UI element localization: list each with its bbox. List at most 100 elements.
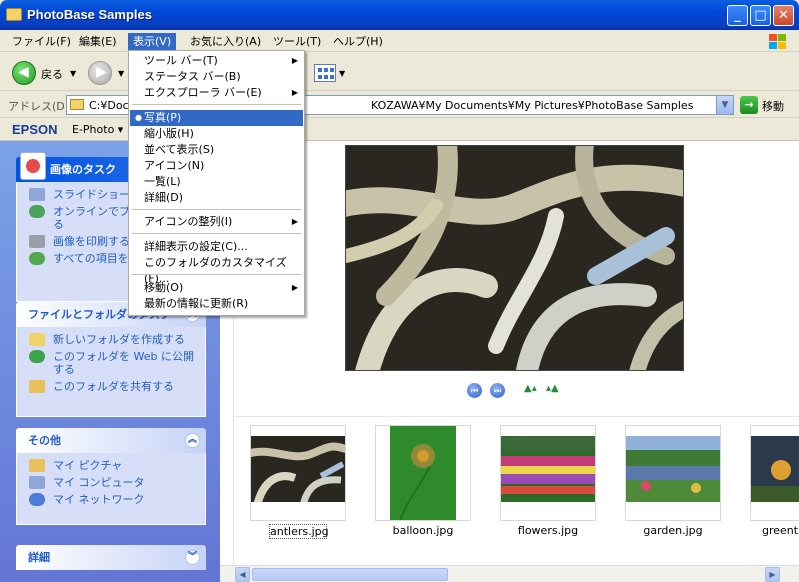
my-network-label: マイ ネットワーク <box>53 493 145 506</box>
thumbnail-label-balloon[interactable]: balloon.jpg <box>375 524 471 537</box>
my-pictures-label: マイ ピクチャ <box>53 459 123 472</box>
back-label[interactable]: 戻る <box>41 66 63 82</box>
menu-item-explorer-bar[interactable]: エクスプローラ バー(E) ▶ <box>130 85 303 101</box>
menu-file[interactable]: ファイル(F) <box>7 33 76 50</box>
expand-icon[interactable]: ︾ <box>185 550 200 565</box>
thumbnail-image <box>751 436 799 502</box>
menu-item-label: 縮小版(H) <box>144 127 194 140</box>
slideshow-icon <box>29 188 45 201</box>
collapse-icon[interactable]: ︽ <box>185 433 200 448</box>
file-tasks-panel: ファイルとフォルダのタスク ︽ 新しいフォルダを作成する このフォルダを Web… <box>16 302 206 417</box>
menu-item-refresh[interactable]: 最新の情報に更新(R) <box>130 296 303 312</box>
views-dropdown-icon[interactable]: ▼ <box>339 69 345 78</box>
menu-item-tiles[interactable]: 並べて表示(S) <box>130 142 303 158</box>
my-pictures-icon <box>29 459 45 472</box>
scroll-left-icon[interactable]: ◀ <box>235 567 250 582</box>
previous-image-button[interactable]: ⏮ <box>467 383 482 398</box>
my-computer-link[interactable]: マイ コンピュータ <box>27 476 199 489</box>
thumbnail-flowers[interactable] <box>500 425 596 521</box>
details-header[interactable]: 詳細 ︾ <box>16 545 206 570</box>
thumbnail-greent[interactable] <box>750 425 799 521</box>
menu-item-label: 最新の情報に更新(R) <box>144 297 249 310</box>
go-arrow-icon[interactable]: → <box>740 96 758 114</box>
thumbnail-balloon[interactable] <box>375 425 471 521</box>
menu-item-icons[interactable]: アイコン(N) <box>130 158 303 174</box>
forward-dropdown-icon[interactable]: ▼ <box>118 69 124 78</box>
thumbnail-garden[interactable] <box>625 425 721 521</box>
new-folder-link[interactable]: 新しいフォルダを作成する <box>27 333 199 346</box>
thumbnail-image <box>501 436 595 502</box>
horizontal-scrollbar[interactable]: ◀ ▶ <box>220 565 799 582</box>
menu-item-label: 一覧(L) <box>144 175 181 188</box>
thumbnail-label-greent[interactable]: greent <box>750 524 799 537</box>
my-network-link[interactable]: マイ ネットワーク <box>27 493 199 506</box>
maximize-button[interactable]: □ <box>750 5 771 26</box>
menu-item-label: 詳細表示の設定(C)... <box>144 240 248 253</box>
thumbnail-label-garden[interactable]: garden.jpg <box>625 524 721 537</box>
menu-item-thumbnails[interactable]: 縮小版(H) <box>130 126 303 142</box>
menu-favorites[interactable]: お気に入り(A) <box>185 33 266 50</box>
back-dropdown-icon[interactable]: ▼ <box>70 69 76 78</box>
menu-item-label: アイコンの整列(I) <box>144 215 233 228</box>
minimize-button[interactable]: _ <box>727 5 748 26</box>
my-computer-label: マイ コンピュータ <box>53 476 145 489</box>
menu-tools[interactable]: ツール(T) <box>268 33 326 50</box>
back-button[interactable]: ◀ <box>12 61 36 85</box>
scroll-right-icon[interactable]: ▶ <box>765 567 780 582</box>
menu-item-arrange-icons[interactable]: アイコンの整列(I) ▶ <box>130 214 303 230</box>
view-menu-dropdown: ツール バー(T) ▶ ステータス バー(B) エクスプローラ バー(E) ▶ ● 写… <box>128 50 305 316</box>
new-folder-label: 新しいフォルダを作成する <box>53 333 185 346</box>
back-arrow-icon: ◀ <box>18 64 29 80</box>
menu-item-label: アイコン(N) <box>144 159 205 172</box>
menu-item-label: 並べて表示(S) <box>144 143 215 156</box>
next-image-button[interactable]: ⏭ <box>490 383 505 398</box>
publish-web-link[interactable]: このフォルダを Web に公開 <box>27 350 199 363</box>
scrollbar-thumb[interactable] <box>252 568 448 581</box>
menu-item-filmstrip[interactable]: ● 写真(P) <box>130 110 303 126</box>
menu-item-statusbar[interactable]: ステータス バー(B) <box>130 69 303 85</box>
share-folder-link[interactable]: このフォルダを共有する <box>27 380 199 393</box>
my-computer-icon <box>29 476 45 489</box>
rotate-left-icon[interactable]: ▲▴ <box>524 383 540 395</box>
thumbnail-antlers[interactable] <box>250 425 346 521</box>
menu-view[interactable]: 表示(V) <box>128 33 177 50</box>
details-title: 詳細 <box>28 551 50 564</box>
close-button[interactable]: ✕ <box>773 5 794 26</box>
epson-logo: EPSON <box>12 122 58 137</box>
window-title: PhotoBase Samples <box>27 7 152 22</box>
share-folder-label: このフォルダを共有する <box>53 380 174 393</box>
other-places-panel: その他 ︽ マイ ピクチャ マイ コンピュータ マイ ネットワーク <box>16 428 206 525</box>
publish-web-link-cont[interactable]: する <box>27 363 199 376</box>
menu-help[interactable]: ヘルプ(H) <box>328 33 388 50</box>
menu-edit[interactable]: 編集(E) <box>74 33 122 50</box>
submenu-arrow-icon: ▶ <box>291 283 298 292</box>
ephoto-button[interactable]: E-Photo ▾ <box>72 123 123 136</box>
address-dropdown-icon[interactable]: ▼ <box>716 96 733 114</box>
menu-item-details[interactable]: 詳細(D) <box>130 190 303 206</box>
order-prints-label-cont: る <box>53 218 64 231</box>
menu-item-toolbars[interactable]: ツール バー(T) ▶ <box>130 53 303 69</box>
details-panel: 詳細 ︾ <box>16 545 206 570</box>
close-icon: ✕ <box>778 8 789 23</box>
go-button[interactable]: 移動 <box>762 98 784 114</box>
folder-icon <box>6 8 22 21</box>
radio-bullet-icon: ● <box>135 113 142 122</box>
address-value-end: KOZAWA¥My Documents¥My Pictures¥PhotoBas… <box>371 99 694 112</box>
menu-item-customize-folder[interactable]: このフォルダのカスタマイズ(F)... <box>130 255 303 285</box>
views-button[interactable] <box>314 64 336 82</box>
file-tasks-body: 新しいフォルダを作成する このフォルダを Web に公開 する このフォルダを共… <box>16 327 206 417</box>
other-places-header[interactable]: その他 ︽ <box>16 428 206 453</box>
menu-separator <box>132 233 301 234</box>
menu-item-label: 移動(O) <box>144 281 184 294</box>
thumbnail-label-flowers[interactable]: flowers.jpg <box>500 524 596 537</box>
rotate-right-icon[interactable]: ▴▲ <box>546 383 562 395</box>
menu-item-label: エクスプローラ バー(E) <box>144 86 262 99</box>
menu-item-choose-details[interactable]: 詳細表示の設定(C)... <box>130 239 303 255</box>
forward-button[interactable]: ▶ <box>88 61 112 85</box>
thumbnail-label-antlers[interactable]: antlers.jpg <box>269 524 329 539</box>
my-pictures-link[interactable]: マイ ピクチャ <box>27 459 199 472</box>
menu-item-list[interactable]: 一覧(L) <box>130 174 303 190</box>
address-label: アドレス(D) <box>8 100 70 113</box>
menu-separator <box>132 209 301 210</box>
menu-item-go-to[interactable]: 移動(O) ▶ <box>130 280 303 296</box>
